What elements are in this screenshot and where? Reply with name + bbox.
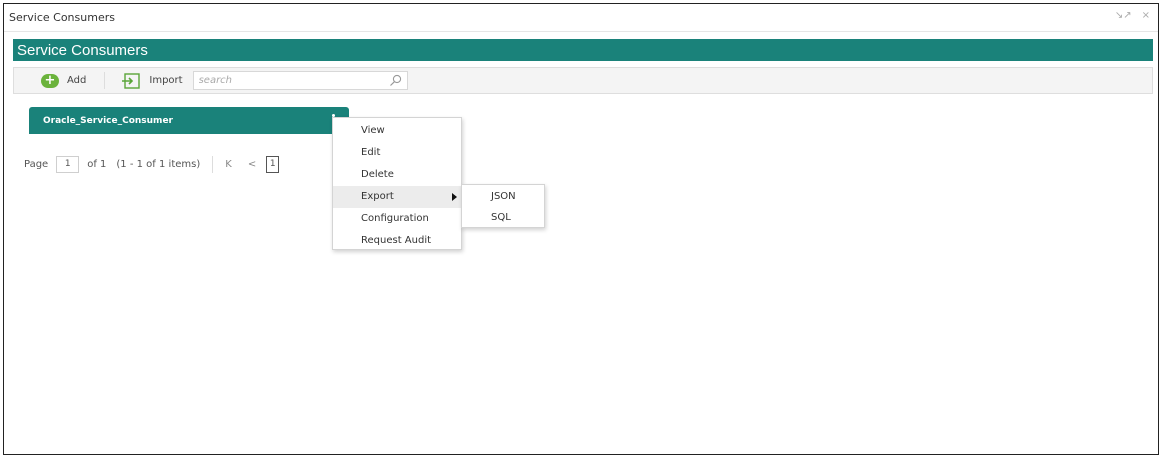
context-menu: View Edit Delete Export Configuration Re… xyxy=(332,117,462,250)
close-icon[interactable]: × xyxy=(1142,10,1150,21)
menu-item-delete[interactable]: Delete xyxy=(333,164,461,186)
submenu-arrow-icon xyxy=(452,193,457,201)
import-button-label: Import xyxy=(149,75,183,86)
page-count: of 1 xyxy=(87,158,107,170)
card-title: Oracle_Service_Consumer xyxy=(43,115,173,126)
page-button[interactable]: 1 xyxy=(266,155,280,173)
menu-item-view[interactable]: View xyxy=(333,120,461,142)
export-submenu: JSON SQL xyxy=(461,184,545,228)
search-box xyxy=(192,71,408,90)
menu-item-label: Export xyxy=(361,191,394,202)
menu-item-configuration[interactable]: Configuration xyxy=(333,208,461,230)
add-button[interactable]: + Add xyxy=(41,73,87,88)
service-consumers-window: Service Consumers ↘↗ × Service Consumers… xyxy=(3,3,1159,455)
prev-page-icon[interactable]: < xyxy=(248,159,256,170)
menu-item-edit[interactable]: Edit xyxy=(333,142,461,164)
menu-item-request-audit[interactable]: Request Audit xyxy=(333,230,461,252)
toolbar: + Add Import xyxy=(13,67,1153,94)
plus-circle-icon: + xyxy=(41,73,59,88)
search-input[interactable] xyxy=(193,72,374,89)
first-page-icon[interactable]: K xyxy=(225,159,232,170)
menu-item-export[interactable]: Export xyxy=(333,186,461,208)
menu-item-label: Delete xyxy=(361,169,394,180)
page-title: Service Consumers xyxy=(17,41,148,59)
toolbar-divider xyxy=(104,72,106,89)
window-titlebar: Service Consumers ↘↗ × xyxy=(4,4,1158,32)
service-consumer-card[interactable]: Oracle_Service_Consumer xyxy=(29,107,349,134)
items-summary: (1 - 1 of 1 items) xyxy=(116,158,201,170)
menu-item-label: Request Audit xyxy=(361,235,432,246)
import-icon xyxy=(122,72,141,89)
menu-item-label: Edit xyxy=(361,147,381,158)
add-button-label: Add xyxy=(67,75,87,86)
menu-item-label: Configuration xyxy=(361,213,429,224)
submenu-item-sql[interactable]: SQL xyxy=(462,207,544,228)
page-header: Service Consumers xyxy=(13,39,1153,61)
submenu-item-json[interactable]: JSON xyxy=(462,186,544,207)
submenu-item-label: SQL xyxy=(491,212,511,223)
minimize-icon[interactable]: ↘↗ xyxy=(1115,10,1132,21)
page-label: Page xyxy=(24,158,49,170)
pagination: Page of 1 (1 - 1 of 1 items) K < 1 xyxy=(24,154,280,174)
window-controls: ↘↗ × xyxy=(1115,10,1150,21)
window-title: Service Consumers xyxy=(9,11,115,24)
pager-divider xyxy=(212,155,214,173)
import-button[interactable]: Import xyxy=(121,72,183,90)
submenu-item-label: JSON xyxy=(491,191,516,202)
search-icon[interactable] xyxy=(389,74,402,87)
page-number-input[interactable] xyxy=(56,155,80,173)
menu-item-label: View xyxy=(361,125,385,136)
